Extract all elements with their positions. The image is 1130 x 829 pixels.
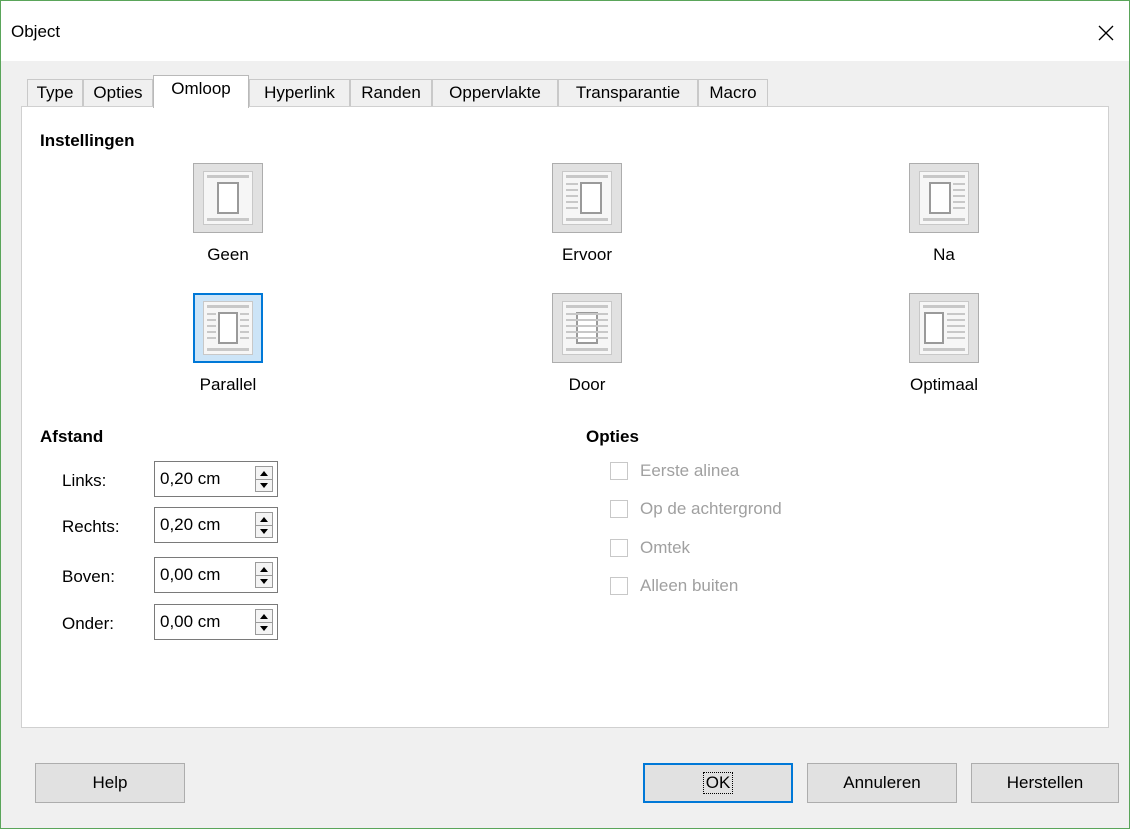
close-button[interactable] (1083, 13, 1129, 53)
ok-button[interactable]: OK (643, 763, 793, 803)
wrap-optimal-icon (919, 301, 969, 355)
arrow-up-icon (260, 613, 268, 619)
wrap-label-ervoor: Ervoor (561, 245, 613, 264)
spin-buttons (255, 512, 273, 538)
checkbox-alleen-buiten[interactable] (610, 577, 628, 595)
tab-macro[interactable]: Macro (698, 79, 768, 107)
wrap-none-icon (203, 171, 253, 225)
tab-oppervlakte[interactable]: Oppervlakte (432, 79, 558, 107)
wrap-option-button[interactable] (193, 293, 263, 363)
tab-panel-omloop: Instellingen Geen Ervoor Na Parallel Doo… (21, 106, 1109, 728)
section-title-afstand: Afstand (40, 427, 104, 446)
spin-boven-value[interactable]: 0,00 cm (160, 565, 220, 585)
spin-buttons (255, 609, 273, 635)
tab-randen[interactable]: Randen (350, 79, 432, 107)
section-title-instellingen: Instellingen (40, 131, 135, 150)
arrow-down-icon (260, 578, 268, 584)
spin-boven[interactable]: 0,00 cm (154, 557, 278, 593)
title-bar: Object (1, 1, 1129, 61)
arrow-down-icon (260, 482, 268, 488)
arrow-down-icon (260, 625, 268, 631)
tab-hyperlink[interactable]: Hyperlink (249, 79, 350, 107)
arrow-down-icon (260, 528, 268, 534)
section-title-opties: Opties (586, 427, 639, 446)
spin-rechts-value[interactable]: 0,20 cm (160, 515, 220, 535)
spin-down-button[interactable] (256, 525, 272, 537)
wrap-option-button[interactable] (909, 163, 979, 233)
checkbox-op-de-achtergrond[interactable] (610, 500, 628, 518)
spin-down-button[interactable] (256, 575, 272, 587)
wrap-option-optimaal[interactable]: Optimaal (874, 293, 1014, 395)
close-icon (1098, 25, 1114, 41)
wrap-option-button[interactable] (193, 163, 263, 233)
spin-onder[interactable]: 0,00 cm (154, 604, 278, 640)
arrow-up-icon (260, 516, 268, 522)
reset-button[interactable]: Herstellen (971, 763, 1119, 803)
spin-onder-value[interactable]: 0,00 cm (160, 612, 220, 632)
wrap-option-button[interactable] (552, 293, 622, 363)
wrap-option-button[interactable] (909, 293, 979, 363)
tab-transparantie[interactable]: Transparantie (558, 79, 698, 107)
reset-button-label: Herstellen (1006, 773, 1084, 792)
wrap-option-na[interactable]: Na (874, 163, 1014, 265)
wrap-option-door[interactable]: Door (517, 293, 657, 395)
tab-omloop[interactable]: Omloop (153, 75, 249, 108)
spin-buttons (255, 466, 273, 492)
arrow-up-icon (260, 470, 268, 476)
ok-button-label: OK (702, 772, 734, 794)
check-label-op-de-achtergrond: Op de achtergrond (640, 499, 782, 518)
spin-down-button[interactable] (256, 479, 272, 491)
wrap-label-optimaal: Optimaal (909, 375, 979, 394)
wrap-label-geen: Geen (207, 245, 249, 264)
wrap-label-na: Na (933, 245, 955, 264)
wrap-option-geen[interactable]: Geen (158, 163, 298, 265)
window-title: Object (11, 22, 61, 41)
arrow-up-icon (260, 566, 268, 572)
label-onder: Onder: (62, 614, 114, 633)
wrap-option-button[interactable] (552, 163, 622, 233)
check-label-omtek: Omtek (640, 538, 691, 557)
spin-down-button[interactable] (256, 622, 272, 634)
label-rechts: Rechts: (62, 517, 120, 536)
wrap-after-icon (919, 171, 969, 225)
wrap-label-door: Door (568, 375, 606, 394)
wrap-through-icon (562, 301, 612, 355)
wrap-parallel-icon (203, 301, 253, 355)
wrap-option-parallel[interactable]: Parallel (158, 293, 298, 395)
label-boven: Boven: (62, 567, 115, 586)
tab-type[interactable]: Type (27, 79, 83, 107)
dialog-window: Object Type Opties Omloop Hyperlink Rand… (0, 0, 1130, 829)
spin-links-value[interactable]: 0,20 cm (160, 469, 220, 489)
check-label-eerste-alinea: Eerste alinea (640, 461, 740, 480)
spin-buttons (255, 562, 273, 588)
help-button-label: Help (92, 773, 128, 792)
tab-opties[interactable]: Opties (83, 79, 153, 107)
spin-links[interactable]: 0,20 cm (154, 461, 278, 497)
wrap-option-ervoor[interactable]: Ervoor (517, 163, 657, 265)
check-label-alleen-buiten: Alleen buiten (640, 576, 739, 595)
cancel-button-label: Annuleren (843, 773, 921, 792)
label-links: Links: (62, 471, 107, 490)
spin-rechts[interactable]: 0,20 cm (154, 507, 278, 543)
checkbox-eerste-alinea[interactable] (610, 462, 628, 480)
checkbox-omtek[interactable] (610, 539, 628, 557)
wrap-label-parallel: Parallel (199, 375, 257, 394)
wrap-before-icon (562, 171, 612, 225)
cancel-button[interactable]: Annuleren (807, 763, 957, 803)
help-button[interactable]: Help (35, 763, 185, 803)
